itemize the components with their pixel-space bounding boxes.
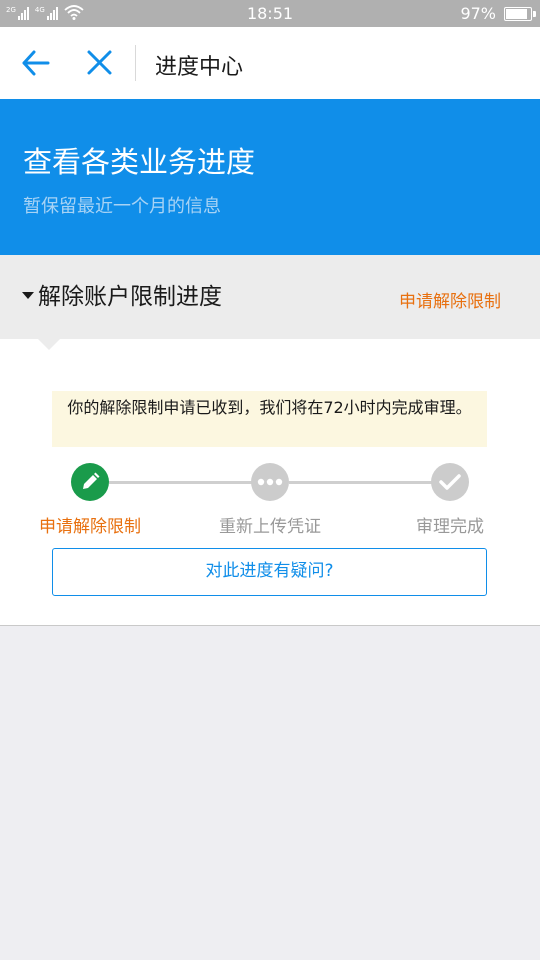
battery-icon bbox=[504, 7, 536, 21]
step-2-dot bbox=[251, 463, 289, 501]
banner-subtitle: 暂保留最近一个月的信息 bbox=[23, 196, 221, 217]
arrow-left-icon bbox=[22, 50, 50, 76]
progress-question-button[interactable]: 对此进度有疑问? bbox=[52, 548, 487, 596]
section-toggle[interactable]: 解除账户限制进度 bbox=[22, 277, 222, 311]
status-bar: 2G 4G 18:51 97% bbox=[0, 0, 540, 27]
step-2-label: 重新上传凭证 bbox=[219, 517, 321, 537]
battery-percent: 97% bbox=[460, 4, 496, 23]
header-banner: 查看各类业务进度 暂保留最近一个月的信息 bbox=[0, 99, 540, 255]
nav-divider bbox=[135, 45, 136, 81]
progress-card: 你的解除限制申请已收到，我们将在72小时内完成审理。 申请解除限制 重新上传凭证… bbox=[0, 338, 540, 626]
more-dots-icon bbox=[257, 478, 283, 486]
pointer-arrow bbox=[37, 338, 61, 350]
notice-message: 你的解除限制申请已收到，我们将在72小时内完成审理。 bbox=[52, 391, 487, 447]
section-title: 解除账户限制进度 bbox=[38, 284, 222, 310]
status-time: 18:51 bbox=[246, 4, 294, 23]
banner-title: 查看各类业务进度 bbox=[23, 145, 256, 179]
caret-down-icon bbox=[22, 291, 34, 299]
section-header: 解除账户限制进度 申请解除限制 bbox=[0, 255, 540, 339]
close-icon bbox=[87, 50, 112, 75]
check-icon bbox=[439, 474, 461, 490]
step-3-label: 审理完成 bbox=[416, 517, 484, 537]
page-title: 进度中心 bbox=[155, 55, 244, 80]
back-button[interactable] bbox=[16, 45, 56, 81]
close-button[interactable] bbox=[80, 45, 120, 81]
apply-unlock-link[interactable]: 申请解除限制 bbox=[399, 287, 501, 312]
navigation-bar: 进度中心 bbox=[0, 27, 540, 99]
step-1-label: 申请解除限制 bbox=[39, 517, 141, 537]
step-1-dot bbox=[71, 463, 109, 501]
pencil-icon bbox=[83, 472, 100, 489]
step-connector bbox=[109, 481, 253, 484]
step-connector bbox=[289, 481, 433, 484]
battery-fill bbox=[506, 9, 527, 19]
step-3-dot bbox=[431, 463, 469, 501]
